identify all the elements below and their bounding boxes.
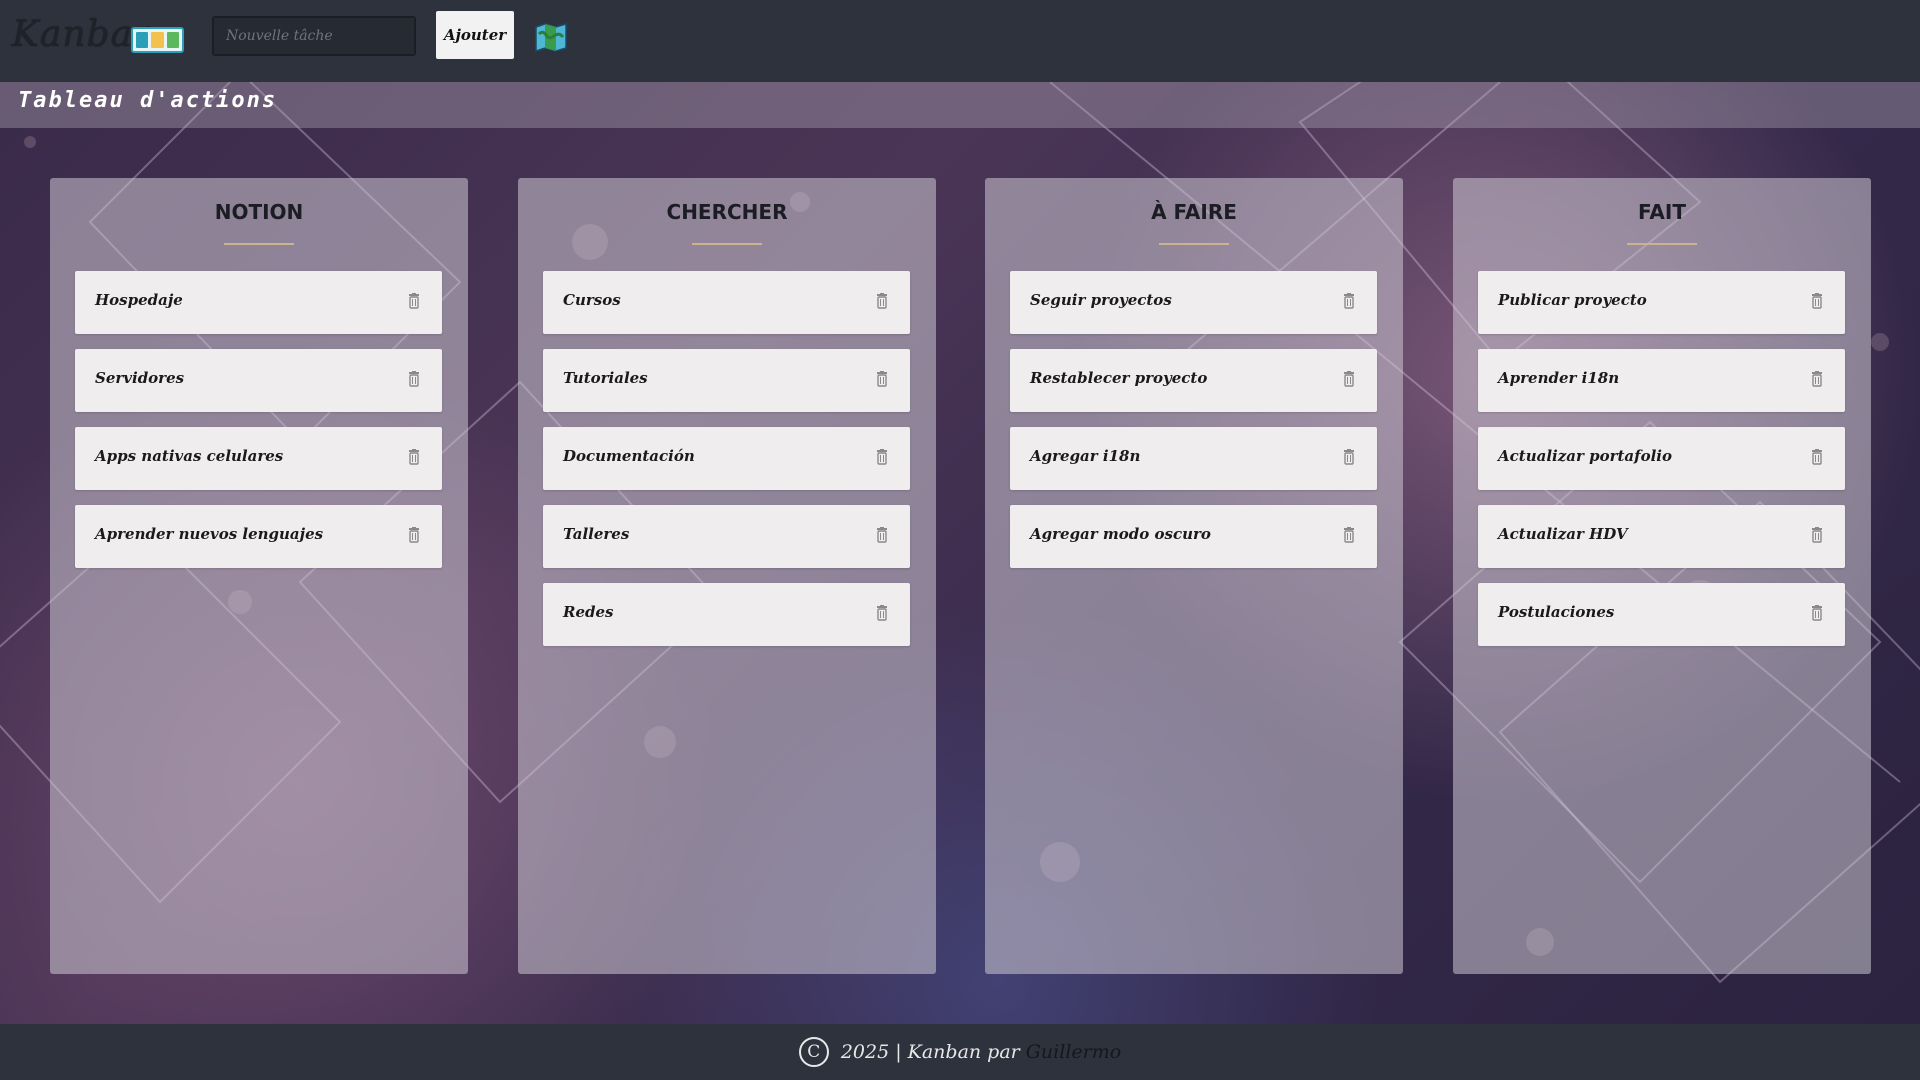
task-card[interactable]: Agregar i18n — [1010, 427, 1377, 490]
footer: C 2025 | Kanban par Guillermo — [0, 1024, 1920, 1080]
column-fait: FAIT Publicar proyecto Aprender i18n Act… — [1453, 178, 1871, 974]
task-label: Aprender i18n — [1498, 369, 1620, 387]
trash-icon[interactable] — [408, 449, 420, 465]
task-label: Apps nativas celulares — [95, 447, 284, 465]
task-label: Postulaciones — [1498, 603, 1615, 621]
trash-icon[interactable] — [1811, 371, 1823, 387]
task-label: Documentación — [563, 447, 695, 465]
column-a-faire: À FAIRE Seguir proyectos Restablecer pro… — [985, 178, 1403, 974]
task-card[interactable]: Aprender nuevos lenguajes — [75, 505, 442, 568]
task-card[interactable]: Actualizar HDV — [1478, 505, 1845, 568]
task-label: Redes — [563, 603, 614, 621]
trash-icon[interactable] — [876, 371, 888, 387]
task-label: Tutoriales — [563, 369, 648, 387]
task-card[interactable]: Postulaciones — [1478, 583, 1845, 646]
task-label: Servidores — [95, 369, 185, 387]
task-card[interactable]: Talleres — [543, 505, 910, 568]
new-task-input[interactable] — [212, 16, 416, 56]
task-label: Actualizar HDV — [1498, 525, 1628, 543]
trash-icon[interactable] — [1343, 527, 1355, 543]
column-title-underline — [1159, 243, 1229, 245]
task-label: Actualizar portafolio — [1498, 447, 1672, 465]
trash-icon[interactable] — [1811, 605, 1823, 621]
trash-icon[interactable] — [408, 371, 420, 387]
task-label: Talleres — [563, 525, 630, 543]
task-card[interactable]: Cursos — [543, 271, 910, 334]
task-card[interactable]: Publicar proyecto — [1478, 271, 1845, 334]
footer-text: 2025 | Kanban par — [840, 1041, 1020, 1063]
kanban-board: Tableau d'actions NOTION Hospedaje Servi… — [0, 82, 1920, 1024]
task-label: Aprender nuevos lenguajes — [95, 525, 324, 543]
task-card[interactable]: Documentación — [543, 427, 910, 490]
task-label: Publicar proyecto — [1498, 291, 1647, 309]
trash-icon[interactable] — [408, 527, 420, 543]
column-title: À FAIRE — [1151, 200, 1237, 224]
column-notion: NOTION Hospedaje Servidores Apps nativas… — [50, 178, 468, 974]
task-card[interactable]: Servidores — [75, 349, 442, 412]
task-card[interactable]: Hospedaje — [75, 271, 442, 334]
task-card[interactable]: Redes — [543, 583, 910, 646]
trash-icon[interactable] — [876, 605, 888, 621]
task-label: Cursos — [563, 291, 621, 309]
trash-icon[interactable] — [1811, 449, 1823, 465]
trash-icon[interactable] — [876, 527, 888, 543]
trash-icon[interactable] — [1811, 293, 1823, 309]
author-link[interactable]: Guillermo — [1026, 1041, 1121, 1063]
column-title: FAIT — [1638, 200, 1686, 224]
task-label: Restablecer proyecto — [1030, 369, 1208, 387]
task-label: Agregar modo oscuro — [1030, 525, 1211, 543]
column-title: CHERCHER — [666, 200, 788, 224]
task-card[interactable]: Seguir proyectos — [1010, 271, 1377, 334]
kanban-board-icon — [131, 27, 184, 53]
add-task-button[interactable]: Ajouter — [436, 11, 514, 59]
column-title-underline — [692, 243, 762, 245]
trash-icon[interactable] — [1343, 371, 1355, 387]
map-icon[interactable] — [534, 22, 568, 53]
page-title-bar: Tableau d'actions — [0, 82, 1920, 128]
task-card[interactable]: Aprender i18n — [1478, 349, 1845, 412]
task-card[interactable]: Apps nativas celulares — [75, 427, 442, 490]
top-bar: Kanban Ajouter — [0, 0, 1920, 82]
column-title-underline — [224, 243, 294, 245]
column-chercher: CHERCHER Cursos Tutoriales Documentación… — [518, 178, 936, 974]
task-label: Seguir proyectos — [1030, 291, 1172, 309]
trash-icon[interactable] — [1343, 293, 1355, 309]
task-card[interactable]: Tutoriales — [543, 349, 910, 412]
task-card[interactable]: Restablecer proyecto — [1010, 349, 1377, 412]
task-card[interactable]: Agregar modo oscuro — [1010, 505, 1377, 568]
column-title-underline — [1627, 243, 1697, 245]
trash-icon[interactable] — [1811, 527, 1823, 543]
task-label: Agregar i18n — [1030, 447, 1141, 465]
trash-icon[interactable] — [876, 293, 888, 309]
trash-icon[interactable] — [1343, 449, 1355, 465]
task-card[interactable]: Actualizar portafolio — [1478, 427, 1845, 490]
copyright-icon: C — [798, 1037, 829, 1067]
page-title: Tableau d'actions — [18, 88, 278, 113]
trash-icon[interactable] — [876, 449, 888, 465]
column-title: NOTION — [214, 200, 304, 224]
trash-icon[interactable] — [408, 293, 420, 309]
task-label: Hospedaje — [95, 291, 183, 309]
